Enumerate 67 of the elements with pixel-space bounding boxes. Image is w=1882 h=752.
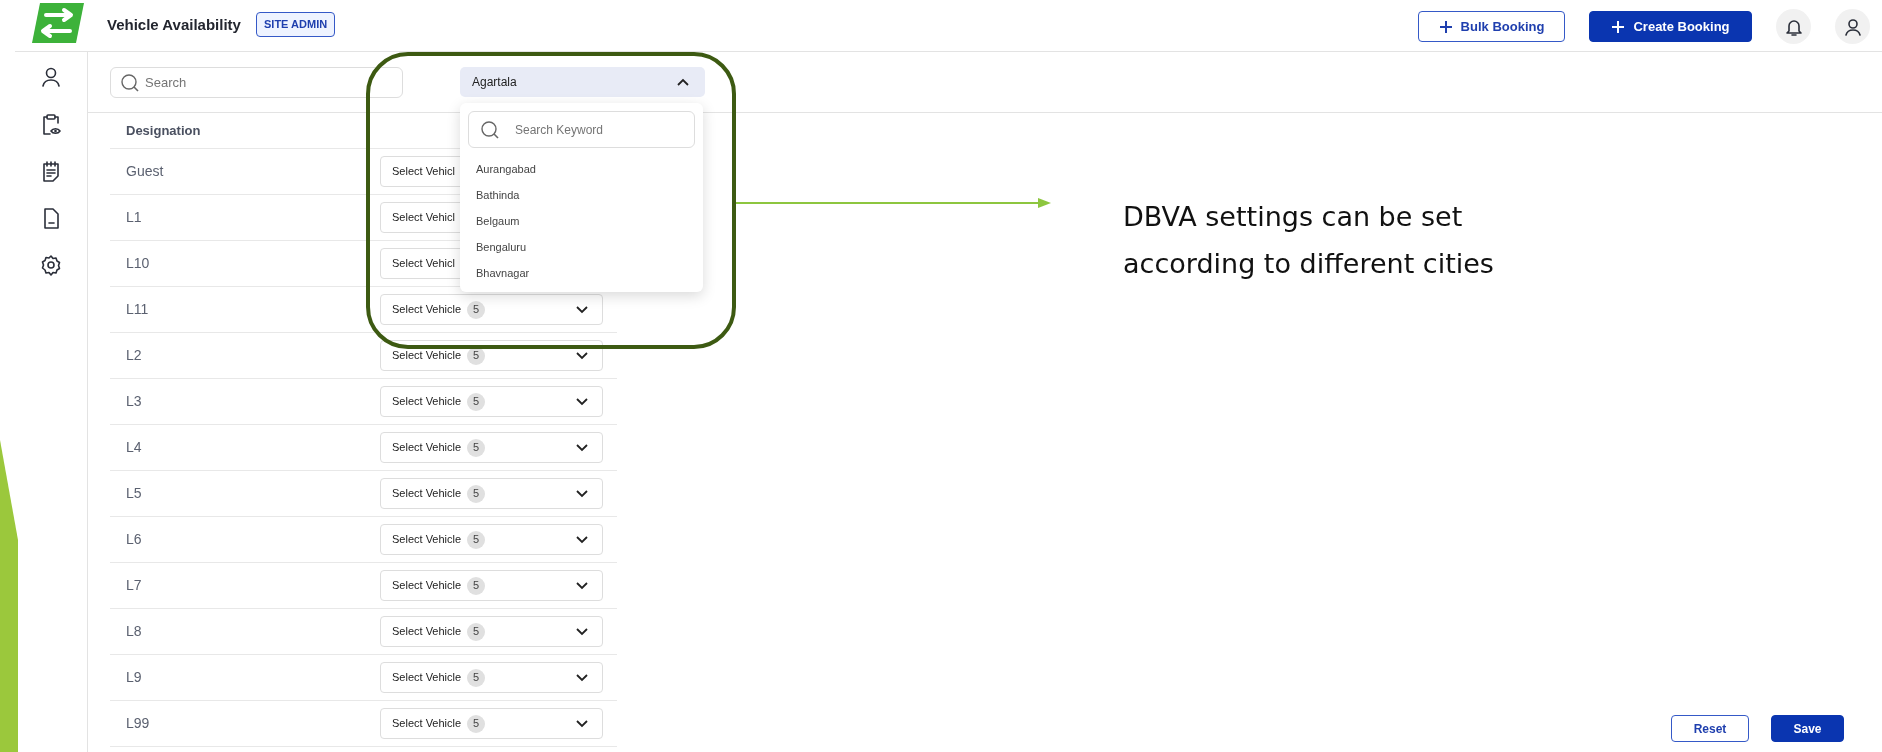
search-field[interactable]: Search — [110, 67, 403, 98]
city-option[interactable]: Aurangabad — [468, 156, 695, 182]
designation-cell-text: L11 — [126, 300, 149, 319]
plus-icon — [1438, 19, 1453, 34]
vehicle-select[interactable]: Select Vehicle 5 — [380, 478, 603, 509]
chevron-down-icon — [576, 305, 588, 314]
count-badge: 5 — [467, 576, 486, 595]
settings-icon[interactable] — [40, 254, 62, 276]
designation-cell-text: L1 — [126, 208, 142, 227]
designation-cell-text: Guest — [126, 162, 164, 181]
chevron-down-icon — [576, 443, 588, 452]
action-button[interactable]: Save — [1771, 715, 1844, 742]
count-badge: 5 — [467, 714, 486, 733]
city-dropdown[interactable]: Agartala — [460, 67, 705, 97]
count-badge: 5 — [467, 668, 486, 687]
city-option[interactable]: Belgaum — [468, 208, 695, 234]
city-option[interactable]: Bathinda — [468, 182, 695, 208]
page-title: Vehicle Availability — [107, 15, 241, 35]
city-option[interactable]: Bhavnagar — [468, 260, 695, 286]
designation-cell-text: L2 — [126, 346, 142, 365]
vehicle-select[interactable]: Select Vehicle 5 — [380, 662, 603, 693]
notepad-icon[interactable] — [40, 160, 62, 182]
designation-cell-text: L8 — [126, 622, 142, 641]
count-badge: 5 — [467, 438, 486, 457]
notification-button[interactable] — [1776, 9, 1811, 44]
vehicle-select[interactable]: Select Vehicle 5 — [380, 386, 603, 417]
annotation-text: DBVA settings can be set according to different cities — [1123, 200, 1495, 281]
keyword-search-field[interactable]: Search Keyword — [468, 111, 695, 148]
count-badge: 5 — [467, 300, 486, 319]
header-button[interactable]: Create Booking — [1589, 11, 1752, 42]
vehicle-select[interactable]: Select Vehicle 5 — [380, 708, 603, 739]
designation-cell-text: L6 — [126, 530, 142, 549]
chevron-down-icon — [576, 489, 588, 498]
city-option[interactable]: Bengaluru — [468, 234, 695, 260]
count-badge: 5 — [467, 622, 486, 641]
designation-cell-text: L10 — [126, 254, 150, 273]
vehicle-select[interactable]: Select Vehicle 5 — [380, 570, 603, 601]
header-button[interactable]: Bulk Booking — [1418, 11, 1565, 42]
designation-cell-text: L5 — [126, 484, 142, 503]
chevron-down-icon — [576, 627, 588, 636]
vehicle-select[interactable]: Select Vehicle 5 — [380, 524, 603, 555]
user-icon — [1843, 17, 1862, 36]
clipboard-eye-icon[interactable] — [40, 113, 62, 135]
designation-cell-text: L7 — [126, 576, 142, 595]
vehicle-select[interactable]: Select Vehicle 5 — [380, 432, 603, 463]
designation-cell-text: L3 — [126, 392, 142, 411]
vehicle-select[interactable]: Select Vehicle 5 — [380, 294, 603, 325]
designation-cell-text: L99 — [126, 714, 150, 733]
plus-icon — [1611, 19, 1626, 34]
chevron-down-icon — [576, 581, 588, 590]
count-badge: 5 — [467, 484, 486, 503]
chevron-down-icon — [576, 719, 588, 728]
count-badge: 5 — [467, 530, 486, 549]
logo-icon — [30, 0, 86, 46]
chevron-down-icon — [576, 673, 588, 682]
chevron-down-icon — [576, 535, 588, 544]
search-icon — [120, 72, 140, 93]
chevron-down-icon — [576, 351, 588, 360]
chevron-down-icon — [576, 397, 588, 406]
designation-cell-text: L4 — [126, 438, 142, 457]
vehicle-select[interactable]: Select Vehicle 5 — [380, 616, 603, 647]
role-badge: SITE ADMIN — [256, 12, 336, 37]
designation-cell-text: L9 — [126, 668, 142, 687]
action-button[interactable]: Reset — [1671, 715, 1749, 742]
user-icon[interactable] — [40, 66, 62, 88]
count-badge: 5 — [467, 392, 486, 411]
profile-button[interactable] — [1835, 9, 1870, 44]
